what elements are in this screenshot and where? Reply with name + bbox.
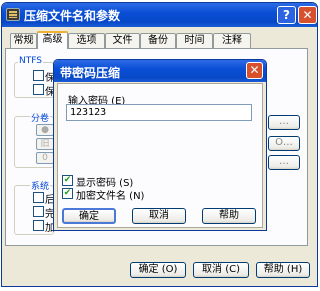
ok-button[interactable]: 确定 (O) (130, 262, 186, 278)
encrypt-filenames-label: 加密文件名 (N) (76, 191, 145, 202)
tab-files[interactable]: 文件 (105, 33, 140, 48)
help-question-icon[interactable]: ? (277, 6, 296, 24)
split-option-2[interactable]: 旧 (36, 138, 54, 150)
dialog-close-icon[interactable]: ✕ (246, 62, 263, 79)
show-password-checkbox[interactable]: ✔ (62, 175, 73, 186)
cancel-button[interactable]: 取消 (C) (193, 262, 249, 278)
password-dialog: 带密码压缩 ✕ 输入密码 (E) 123123 ✔ 显示密码 (S) ✔ 加密文… (53, 59, 267, 231)
system-checkbox-1[interactable] (33, 192, 44, 203)
window-titlebar[interactable]: 压缩文件名和参数 ? ✕ (2, 3, 317, 27)
tab-options[interactable]: 选项 (68, 33, 105, 48)
split-option-1[interactable]: ● (36, 124, 54, 136)
ntfs-checkbox-1[interactable] (33, 70, 44, 81)
split-group-label: 分卷 (30, 111, 51, 124)
system-checkbox-3[interactable] (33, 220, 44, 231)
tab-comment[interactable]: 注释 (213, 33, 251, 48)
side-button-1[interactable]: … (268, 115, 300, 130)
system-checkbox-2[interactable] (33, 206, 44, 217)
dialog-titlebar[interactable]: 带密码压缩 ✕ (54, 60, 266, 82)
tab-advanced[interactable]: 高级 (37, 31, 68, 49)
dialog-cancel-button[interactable]: 取消 (132, 208, 186, 224)
checkmark-icon: ✔ (63, 175, 72, 185)
side-button-2[interactable]: O… (268, 136, 300, 151)
ntfs-checkbox-2[interactable] (33, 84, 44, 95)
help-button[interactable]: 帮助 (H) (256, 262, 310, 278)
window-title: 压缩文件名和参数 (24, 9, 121, 23)
dialog-ok-button[interactable]: 确定 (62, 208, 116, 224)
split-option-3[interactable]: 0 (36, 152, 54, 164)
ntfs-group-label: NTFS (18, 56, 43, 66)
archive-books-icon (6, 8, 20, 21)
close-icon[interactable]: ✕ (298, 6, 317, 24)
encrypt-filenames-checkbox[interactable]: ✔ (62, 188, 73, 199)
side-button-3[interactable]: … (268, 155, 300, 170)
dialog-title: 带密码压缩 (60, 66, 121, 80)
checkmark-icon: ✔ (63, 188, 72, 198)
tab-backup[interactable]: 备份 (140, 33, 176, 48)
tab-time[interactable]: 时间 (176, 33, 213, 48)
dialog-help-button[interactable]: 帮助 (202, 208, 256, 224)
password-input[interactable]: 123123 (66, 104, 252, 121)
tab-general[interactable]: 常规 (10, 33, 37, 48)
